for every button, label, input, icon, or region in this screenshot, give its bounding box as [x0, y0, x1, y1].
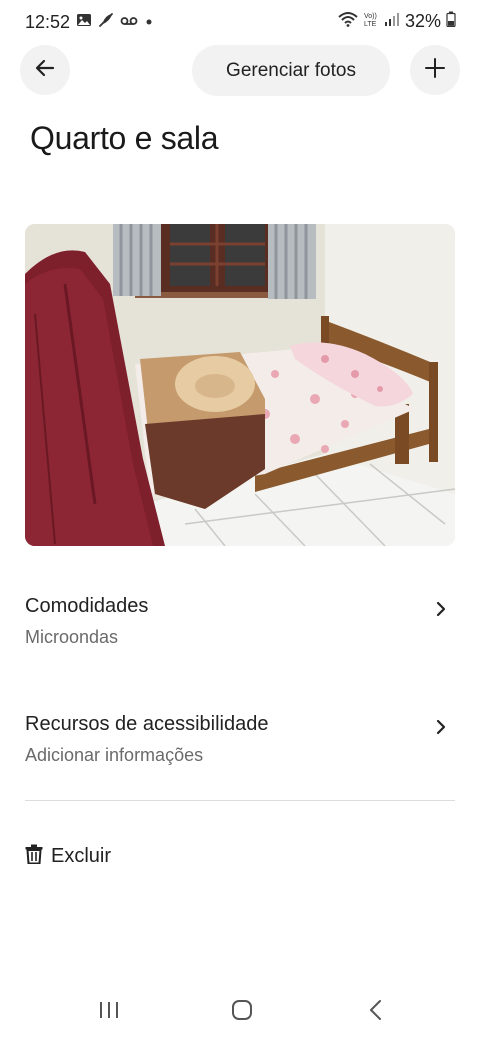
wifi-icon — [338, 11, 358, 32]
manage-photos-button[interactable]: Gerenciar fotos — [192, 45, 390, 96]
amenities-subtitle: Microondas — [25, 627, 119, 647]
signal-icon — [384, 11, 400, 32]
feather-icon — [98, 12, 114, 33]
amenities-row[interactable]: Comodidades Microondas — [25, 595, 455, 665]
status-time: 12:52 — [25, 12, 71, 32]
home-icon[interactable] — [231, 999, 253, 1026]
plus-icon — [424, 57, 446, 84]
battery-icon — [446, 11, 456, 32]
bedroom-photo-illustration — [25, 224, 455, 546]
delete-label: Excluir — [51, 844, 112, 867]
back-button[interactable] — [20, 45, 70, 95]
chevron-right-icon — [435, 718, 447, 741]
delete-button[interactable]: Excluir — [25, 842, 111, 870]
battery-percent: 32% — [404, 11, 441, 31]
back-icon[interactable] — [368, 999, 384, 1026]
svg-text:Vo)): Vo)) — [364, 13, 377, 20]
accessibility-row[interactable]: Recursos de acessibilidade Adicionar inf… — [25, 713, 455, 783]
system-nav-bar — [0, 985, 480, 1040]
arrow-left-icon — [34, 57, 56, 84]
divider — [25, 800, 455, 801]
accessibility-title: Recursos de acessibilidade — [25, 713, 269, 735]
amenities-title: Comodidades — [25, 595, 149, 617]
status-right-icons: Vo)) LTE 32% — [338, 11, 456, 32]
dot-icon — [144, 14, 154, 32]
page-title: Quarto e sala — [30, 120, 219, 156]
accessibility-subtitle: Adicionar informações — [25, 745, 204, 765]
status-left-icons — [76, 12, 154, 33]
recent-apps-icon[interactable] — [98, 999, 120, 1026]
room-photo[interactable] — [25, 224, 455, 546]
svg-text:LTE: LTE — [364, 21, 377, 27]
trash-icon — [25, 844, 43, 869]
chevron-right-icon — [435, 600, 447, 623]
add-button[interactable] — [410, 45, 460, 95]
status-bar: 12:52 Vo)) LTE 32% — [0, 0, 480, 44]
voicemail-icon — [120, 14, 138, 32]
volte-icon: Vo)) LTE — [363, 11, 379, 32]
gallery-icon — [76, 12, 92, 33]
